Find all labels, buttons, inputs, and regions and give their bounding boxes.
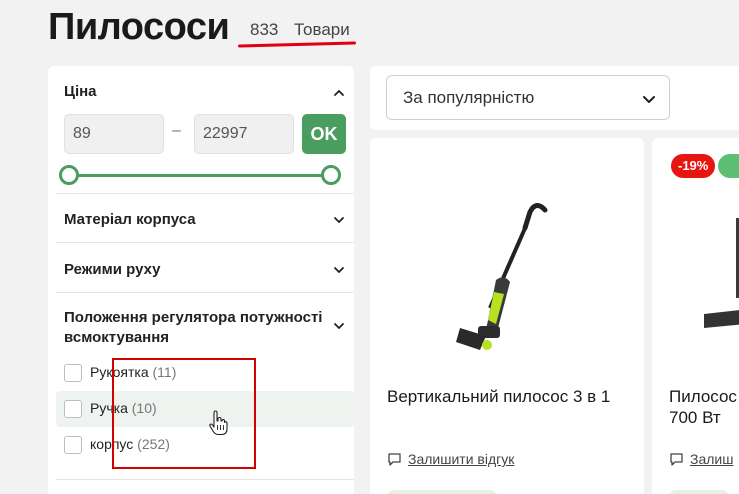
products-tab[interactable]: Товари bbox=[294, 20, 350, 40]
sort-selected-value: За популярністю bbox=[403, 88, 535, 107]
price-slider-min-handle[interactable] bbox=[59, 165, 79, 185]
hand-cursor-icon bbox=[209, 410, 228, 436]
product-card[interactable]: -19% Пилосос 700 Вт Залиш bbox=[652, 138, 739, 494]
review-link-label: Залишити відгук bbox=[408, 451, 515, 467]
price-ok-button[interactable]: OK bbox=[302, 114, 346, 154]
chevron-down-icon[interactable] bbox=[332, 319, 346, 333]
checkbox[interactable] bbox=[64, 400, 82, 418]
product-name[interactable]: Пилосос 700 Вт bbox=[669, 386, 737, 428]
sort-panel: За популярністю bbox=[370, 66, 739, 130]
divider bbox=[56, 479, 354, 480]
checkbox[interactable] bbox=[64, 364, 82, 382]
leave-review-link[interactable]: Залишити відгук bbox=[387, 451, 514, 470]
chevron-down-icon bbox=[641, 91, 657, 112]
review-link-label: Залиш bbox=[690, 451, 734, 467]
availability-pill bbox=[387, 490, 497, 494]
filter-motion-title[interactable]: Режими руху bbox=[64, 260, 160, 280]
delivery-badge bbox=[718, 154, 739, 178]
page-title: Пилососи bbox=[48, 6, 230, 48]
filter-price-title[interactable]: Ціна bbox=[64, 82, 97, 102]
price-min-input[interactable] bbox=[64, 114, 164, 154]
filter-material-title[interactable]: Матеріал корпуса bbox=[64, 210, 196, 230]
annotation-highlight-box bbox=[112, 358, 256, 469]
divider bbox=[56, 292, 354, 293]
message-icon bbox=[669, 452, 684, 470]
product-image[interactable] bbox=[450, 198, 560, 358]
price-slider-max-handle[interactable] bbox=[321, 165, 341, 185]
price-separator: – bbox=[172, 122, 181, 139]
leave-review-link[interactable]: Залиш bbox=[669, 451, 733, 470]
product-card[interactable]: Вертикальний пилосос 3 в 1 Залишити відг… bbox=[370, 138, 644, 494]
product-image[interactable] bbox=[700, 218, 739, 338]
title-underline bbox=[237, 41, 357, 48]
message-icon bbox=[387, 452, 402, 470]
sort-select[interactable]: За популярністю bbox=[386, 75, 670, 120]
divider bbox=[56, 242, 354, 243]
divider bbox=[56, 193, 354, 194]
chevron-up-icon[interactable] bbox=[332, 86, 346, 100]
chevron-down-icon[interactable] bbox=[332, 213, 346, 227]
price-max-input[interactable] bbox=[194, 114, 294, 154]
filter-power-regulator-title[interactable]: Положення регулятора потужності всмоктув… bbox=[64, 308, 334, 348]
product-count: 833 bbox=[250, 20, 279, 39]
checkbox[interactable] bbox=[64, 436, 82, 454]
product-name[interactable]: Вертикальний пилосос 3 в 1 bbox=[387, 386, 610, 407]
price-slider-track[interactable] bbox=[68, 174, 332, 177]
discount-badge: -19% bbox=[671, 154, 716, 178]
availability-pill bbox=[669, 490, 729, 494]
chevron-down-icon[interactable] bbox=[332, 263, 346, 277]
